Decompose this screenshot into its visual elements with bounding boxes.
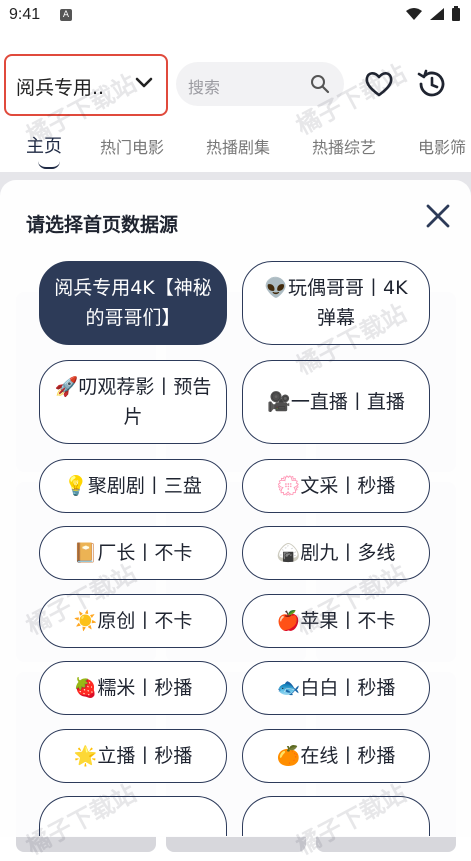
battery-icon [452,6,460,21]
source-option[interactable]: 🍊在线丨秒播 [242,729,430,783]
status-icons [405,6,461,22]
signal-icon [430,8,444,20]
source-option[interactable]: 🐟白白丨秒播 [242,661,430,715]
close-icon[interactable] [424,202,452,230]
status-time: 9:41 [9,6,41,23]
tab-movies[interactable]: 热门电影 [100,134,164,158]
source-option[interactable]: 🌟立播丨秒播 [39,729,227,783]
history-icon[interactable] [416,68,448,100]
source-option[interactable]: 💮文采丨秒播 [242,459,430,513]
sheet-title: 请选择首页数据源 [26,214,179,236]
source-option[interactable]: 🍓糯米丨秒播 [39,661,227,715]
source-option[interactable]: 🚀叨观荐影丨预告片 [39,360,227,444]
notification-icon: A [60,9,72,21]
source-option[interactable]: 💡聚剧剧丨三盘 [39,459,227,513]
category-tabs: 主页 热门电影 热播剧集 热播综艺 电影筛 [0,128,471,169]
source-option[interactable]: 🎥一直播丨直播 [242,360,430,444]
tab-variety[interactable]: 热播综艺 [312,134,376,158]
tab-filter[interactable]: 电影筛 [418,134,466,158]
search-placeholder: 搜索 [188,78,221,97]
wifi-icon [406,8,422,20]
status-bar: 9:41 A [0,0,471,34]
tab-series[interactable]: 热播剧集 [206,134,270,158]
source-option-selected[interactable]: 阅兵专用4K【神秘的哥哥们】 [39,261,227,345]
tab-underline [38,161,60,169]
source-picker-sheet: 请选择首页数据源 阅兵专用4K【神秘的哥哥们】 👽玩偶哥哥丨4K弹幕 🚀叨观荐影… [0,180,471,837]
